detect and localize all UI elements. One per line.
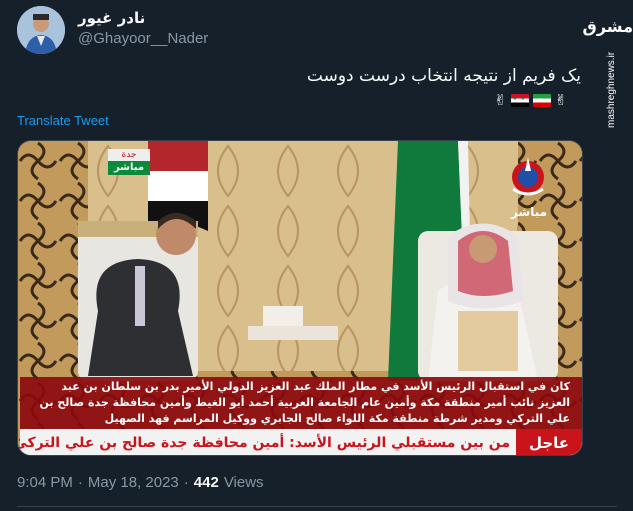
live-label: مباشر bbox=[108, 161, 150, 175]
tweet-date[interactable]: May 18, 2023 bbox=[88, 474, 179, 491]
meta-separator: · bbox=[77, 474, 83, 491]
divider bbox=[17, 506, 617, 507]
city-label: جدة bbox=[108, 149, 150, 161]
breaking-news-ticker: عاجل من بين مستقبلي الرئيس الأسد: أمين م… bbox=[17, 429, 582, 455]
victory-hand-icon: ✌ bbox=[554, 91, 568, 109]
tweet-text: یک فریم از نتیجه انتخاب درست دوست bbox=[306, 66, 581, 86]
author-handle[interactable]: @Ghayoor__Nader bbox=[78, 30, 208, 47]
news-caption: كان في استقبال الرئيس الأسد في مطار المل… bbox=[20, 377, 582, 429]
watermark-url: mashreghnews.ir bbox=[606, 51, 617, 128]
author-name[interactable]: نادر غيور bbox=[78, 9, 145, 27]
avatar[interactable] bbox=[17, 6, 65, 54]
tweet-media[interactable]: جدة مباشر مباشر كان في استقبال الرئيس ال… bbox=[17, 140, 583, 456]
translate-tweet-link[interactable]: Translate Tweet bbox=[17, 113, 109, 128]
views-count[interactable]: 442 bbox=[194, 474, 219, 491]
tweet-time[interactable]: 9:04 PM bbox=[17, 474, 73, 491]
channel-live-label: مباشر bbox=[510, 205, 548, 219]
meta-separator: · bbox=[183, 474, 189, 491]
avatar-photo-icon bbox=[17, 6, 65, 54]
channel-logo: مباشر bbox=[503, 151, 553, 229]
victory-hand-icon: ✌ bbox=[494, 91, 507, 109]
syria-flag-icon bbox=[510, 93, 529, 107]
breaking-text: من بين مستقبلي الرئيس الأسد: أمين محافظة… bbox=[17, 435, 510, 451]
views-label[interactable]: Views bbox=[224, 474, 264, 491]
channel-logo-icon bbox=[512, 157, 544, 196]
emoji-row: ✌ ✌ bbox=[494, 90, 567, 110]
news-caption-text: كان في استقبال الرئيس الأسد في مطار المل… bbox=[39, 380, 570, 425]
tweet: نادر غيور @Ghayoor__Nader مشرق mashreghn… bbox=[0, 0, 633, 511]
tweet-meta: 9:04 PM · May 18, 2023 · 442 Views bbox=[17, 474, 264, 491]
live-location-tag: جدة مباشر bbox=[108, 149, 150, 177]
watermark-logo: مشرق bbox=[582, 17, 633, 36]
watermark: مشرق mashreghnews.ir bbox=[582, 0, 633, 150]
breaking-label: عاجل bbox=[516, 429, 582, 455]
iran-flag-icon bbox=[532, 93, 551, 107]
